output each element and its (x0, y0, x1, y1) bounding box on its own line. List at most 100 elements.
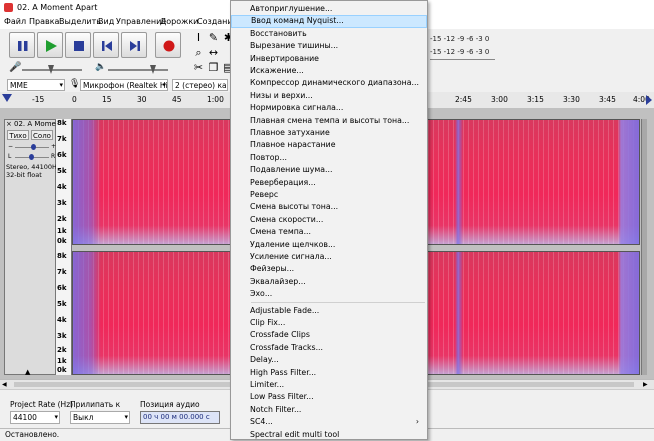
effect-menu-item[interactable]: Восстановить (231, 28, 427, 40)
effect-menu-item[interactable]: Spectral edit multi tool (231, 429, 427, 441)
effect-menu-item[interactable]: Adjustable Fade... (231, 305, 427, 317)
scale-label: 8k (57, 252, 67, 260)
effect-menu-item-label: SC4... (250, 417, 273, 427)
solo-button[interactable]: Соло (31, 130, 53, 140)
effect-menu-item[interactable]: Плавное затухание (231, 127, 427, 139)
record-meter-scale: -15 -12 -9 -6 -3 0 (430, 35, 490, 43)
stop-button[interactable] (65, 32, 91, 58)
effect-menu-item-label: Восстановить (250, 28, 307, 38)
effect-menu-item[interactable]: Смена скорости... (231, 214, 427, 226)
timeline-pin-icon[interactable] (2, 94, 12, 102)
track-name-button[interactable]: 02. A Moment (14, 120, 56, 128)
effect-menu-item[interactable]: Удаление щелчков... (231, 239, 427, 251)
gain-slider-thumb[interactable] (31, 144, 36, 150)
close-track-icon[interactable]: × (6, 121, 12, 128)
snap-to-select[interactable]: Выкл ▾ (70, 411, 130, 424)
skip-to-start-button[interactable] (93, 32, 119, 58)
effect-menu-item[interactable]: Подавление шума... (231, 164, 427, 176)
effect-menu-item[interactable]: High Pass Filter... (231, 367, 427, 379)
effect-menu-item[interactable]: Delay... (231, 354, 427, 366)
effect-menu-item[interactable]: Limiter... (231, 379, 427, 391)
track-control-panel: × 02. A Moment Тихо Соло − + L R Stereo,… (4, 119, 60, 376)
effect-menu-item-label: Искажение... (250, 66, 304, 75)
effect-menu-item[interactable]: Плавная смена темпа и высоты тона... (231, 115, 427, 127)
skip-to-end-button[interactable] (121, 32, 147, 58)
effect-menu-item[interactable]: Смена высоты тона... (231, 201, 427, 213)
timeline-tick: 3:30 (563, 95, 580, 104)
input-device-value: Микрофон (Realtek High D (83, 81, 168, 90)
pause-icon (18, 41, 28, 51)
input-device-select[interactable]: Микрофон (Realtek High D▾ (80, 79, 168, 91)
effect-menu-item-label: Смена высоты тона... (250, 202, 339, 212)
pan-slider-thumb[interactable] (29, 154, 34, 160)
effect-menu-item[interactable]: Clip Fix... (231, 317, 427, 329)
zoom-tool-icon[interactable]: ⌕ (192, 46, 205, 59)
effect-menu-item[interactable]: Смена темпа... (231, 226, 427, 238)
effect-menu-item-label: Crossfade Tracks... (250, 342, 324, 352)
selection-tool-icon[interactable]: I (192, 31, 205, 44)
audio-position-field[interactable]: 00 ч 00 м 00.000 с (140, 411, 220, 424)
menu-tracks[interactable]: Дорожки (160, 17, 198, 26)
menu-edit[interactable]: Правка (29, 17, 59, 26)
copy-icon[interactable]: ❐ (207, 61, 220, 74)
menu-select[interactable]: Выделить (59, 17, 101, 26)
effect-menu-item[interactable]: Плавное нарастание (231, 139, 427, 151)
effect-menu-item-label: Limiter... (250, 380, 285, 389)
scroll-right-icon[interactable]: ▶ (643, 381, 648, 388)
effect-menu-item[interactable]: Низы и верхи... (231, 90, 427, 102)
status-text: Остановлено. (5, 430, 60, 439)
effect-menu-item[interactable]: Эхо... (231, 288, 427, 300)
effect-menu-item[interactable]: Реверберация... (231, 177, 427, 189)
menu-file[interactable]: Файл (4, 17, 26, 26)
channels-select[interactable]: 2 (стерео) кана (172, 79, 228, 91)
collapse-track-icon[interactable]: ▲ (25, 368, 30, 376)
window-title: 02. A Moment Apart (17, 3, 98, 12)
effect-menu-item[interactable]: Нормировка сигнала... (231, 102, 427, 114)
chevron-down-icon: ▾ (59, 81, 63, 89)
effect-menu-item[interactable]: Автоприглушение... (231, 3, 427, 15)
pause-button[interactable] (9, 32, 35, 58)
effect-menu-item[interactable]: Crossfade Clips (231, 329, 427, 341)
mute-button[interactable]: Тихо (7, 130, 29, 140)
snap-to-value: Выкл (73, 413, 94, 422)
effect-menu-item[interactable]: Компрессор динамического диапазона... (231, 77, 427, 89)
skip-start-icon (102, 41, 112, 51)
effect-menu-item[interactable]: Low Pass Filter... (231, 391, 427, 403)
play-button[interactable] (37, 32, 63, 58)
effect-menu: Автоприглушение... Ввод команд Nyquist...… (230, 0, 428, 440)
effect-menu-item-label: Эхо... (250, 289, 273, 299)
scroll-left-icon[interactable]: ◀ (2, 381, 7, 388)
scale-label: 7k (57, 268, 67, 276)
effect-menu-item[interactable]: SC4... › (231, 416, 427, 428)
effect-menu-item[interactable]: Ввод команд Nyquist... (231, 15, 427, 28)
effect-menu-item[interactable]: Crossfade Tracks... (231, 342, 427, 354)
effect-menu-item[interactable]: Усиление сигнала... (231, 251, 427, 263)
meter-divider (430, 59, 495, 60)
track-resize-handle[interactable] (641, 119, 647, 375)
effect-menu-item[interactable]: Реверс (231, 189, 427, 201)
mic-device-icon: 🎙 (69, 79, 81, 89)
effect-menu-item-label: Нормировка сигнала... (250, 103, 344, 113)
play-cursor-icon[interactable] (646, 95, 652, 105)
effect-menu-item[interactable]: Эквалайзер... (231, 276, 427, 288)
effect-menu-item[interactable]: Инвертирование (231, 53, 427, 65)
project-rate-select[interactable]: 44100 ▾ (10, 411, 60, 424)
timeline-tick: 15 (102, 95, 112, 104)
effect-menu-item[interactable]: Искажение... (231, 65, 427, 77)
app-icon (4, 3, 13, 12)
effect-menu-item[interactable]: Повтор... (231, 152, 427, 164)
effect-menu-item[interactable]: Фейзеры... (231, 263, 427, 275)
menu-view[interactable]: Вид (98, 17, 114, 26)
scale-label: 0k (57, 366, 67, 374)
timeshift-tool-icon[interactable]: ↔ (207, 46, 220, 59)
envelope-tool-icon[interactable]: ✎ (207, 31, 220, 44)
effect-menu-item[interactable]: Notch Filter... (231, 404, 427, 416)
output-volume-slider[interactable] (108, 69, 168, 71)
record-button[interactable] (155, 32, 181, 58)
cut-icon[interactable]: ✂ (192, 61, 205, 74)
effect-menu-item[interactable]: Вырезание тишины... (231, 40, 427, 52)
menu-transport[interactable]: Управление (116, 17, 166, 26)
snap-to-label: Прилипать к (70, 400, 121, 409)
audio-host-select[interactable]: MME ▾ (7, 79, 65, 91)
effect-menu-item-label: Notch Filter... (250, 404, 302, 414)
